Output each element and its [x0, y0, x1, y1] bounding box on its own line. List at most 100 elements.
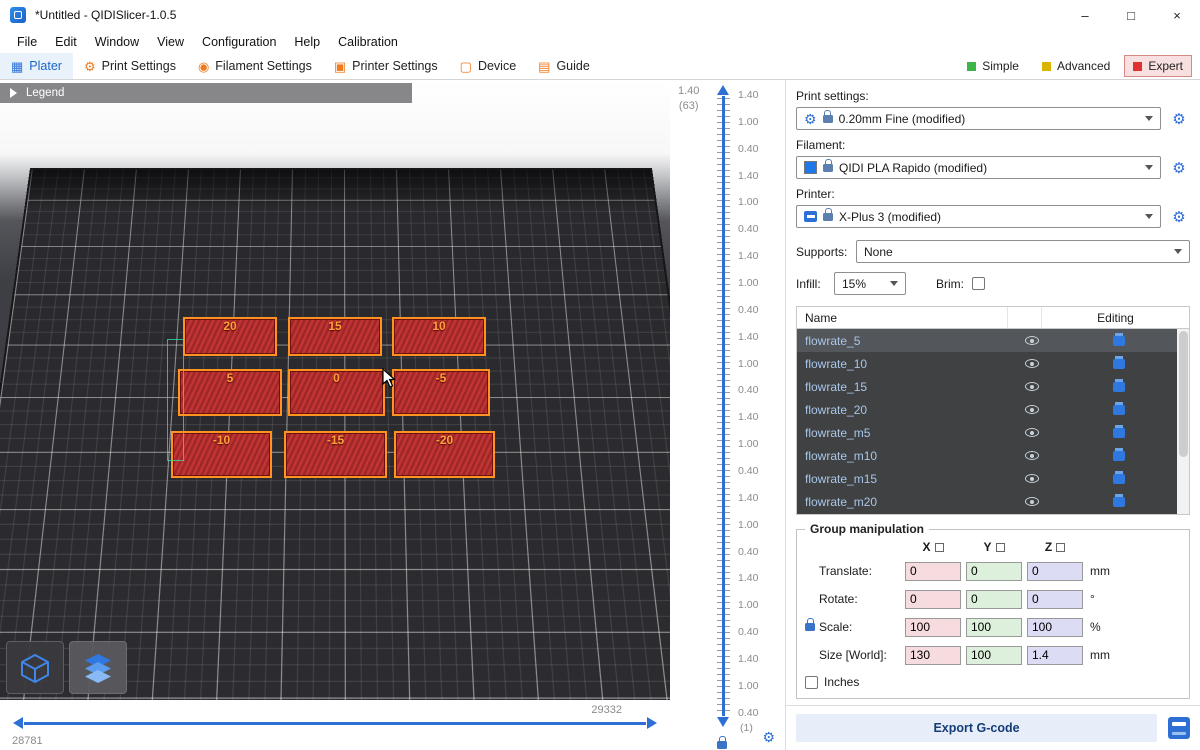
menu-item[interactable]: Window — [86, 35, 148, 49]
printable-toggle-icon[interactable] — [1113, 382, 1125, 392]
menu-item[interactable]: Configuration — [193, 35, 285, 49]
move-slider-right-arrow[interactable] — [647, 717, 657, 729]
chevron-down-icon — [1145, 116, 1153, 121]
layer-slider-bottom-handle[interactable] — [717, 717, 729, 727]
print-settings-combo[interactable]: ⚙ 0.20mm Fine (modified) — [796, 107, 1161, 130]
layer-tick-label: 1.00 — [738, 600, 758, 610]
menu-item[interactable]: Calibration — [329, 35, 407, 49]
brim-checkbox[interactable] — [972, 277, 985, 290]
printable-toggle-icon[interactable] — [1113, 497, 1125, 507]
infill-combo[interactable]: 15% — [834, 272, 906, 295]
menu-item[interactable]: Edit — [46, 35, 86, 49]
flow-test-object[interactable]: 5 — [178, 369, 282, 416]
eye-icon[interactable] — [1025, 359, 1039, 368]
mode-button[interactable]: Advanced — [1033, 55, 1119, 77]
export-gcode-button[interactable]: Export G-code — [796, 714, 1157, 742]
flow-test-object[interactable]: -15 — [284, 431, 387, 478]
flow-test-object[interactable]: -20 — [394, 431, 495, 478]
object-name: flowrate_20 — [797, 403, 1015, 417]
inches-checkbox[interactable] — [805, 676, 818, 689]
flow-test-object[interactable]: 10 — [392, 317, 486, 356]
layer-slider[interactable] — [722, 96, 725, 716]
printable-toggle-icon[interactable] — [1113, 336, 1125, 346]
preview-view-button[interactable] — [69, 641, 127, 694]
object-list-scrollbar[interactable] — [1177, 329, 1189, 514]
move-slider[interactable] — [24, 722, 646, 725]
flow-test-object[interactable]: 15 — [288, 317, 382, 356]
printable-toggle-icon[interactable] — [1113, 405, 1125, 415]
send-to-printer-icon[interactable] — [1168, 717, 1190, 739]
z-value-field[interactable] — [1027, 590, 1083, 609]
eye-icon[interactable] — [1025, 474, 1039, 483]
object-row[interactable]: flowrate_20 — [797, 398, 1189, 421]
menu-item[interactable]: File — [8, 35, 46, 49]
x-value-field[interactable] — [905, 618, 961, 637]
printer-combo[interactable]: X-Plus 3 (modified) — [796, 205, 1161, 228]
tab[interactable]: ◉ Filament Settings — [187, 53, 323, 79]
object-row[interactable]: flowrate_m15 — [797, 467, 1189, 490]
y-value-field[interactable] — [966, 562, 1022, 581]
tab[interactable]: ▦ Plater — [0, 53, 73, 79]
object-label: -5 — [436, 372, 447, 414]
minimize-button[interactable]: – — [1062, 0, 1108, 30]
object-row[interactable]: flowrate_5 — [797, 329, 1189, 352]
flow-test-object[interactable]: -5 — [392, 369, 490, 416]
filament-combo[interactable]: QIDI PLA Rapido (modified) — [796, 156, 1161, 179]
tab[interactable]: ⚙ Print Settings — [73, 53, 187, 79]
printable-toggle-icon[interactable] — [1113, 428, 1125, 438]
menu-item[interactable]: Help — [285, 35, 329, 49]
z-value-field[interactable] — [1027, 646, 1083, 665]
filament-gear-button[interactable]: ⚙ — [1168, 159, 1190, 177]
tab[interactable]: ▣ Printer Settings — [323, 53, 449, 79]
x-value-field[interactable] — [905, 562, 961, 581]
y-value-field[interactable] — [966, 590, 1022, 609]
tab[interactable]: ▤ Guide — [527, 53, 601, 79]
object-row[interactable]: flowrate_10 — [797, 352, 1189, 375]
z-value-field[interactable] — [1027, 562, 1083, 581]
z-value-field[interactable] — [1027, 618, 1083, 637]
object-row[interactable]: flowrate_m20 — [797, 490, 1189, 513]
x-value-field[interactable] — [905, 646, 961, 665]
printable-toggle-icon[interactable] — [1113, 474, 1125, 484]
print-settings-gear-button[interactable]: ⚙ — [1168, 110, 1190, 128]
supports-combo[interactable]: None — [856, 240, 1190, 263]
mode-button[interactable]: Expert — [1124, 55, 1192, 77]
manipulation-label: Scale: — [819, 620, 905, 634]
printable-toggle-icon[interactable] — [1113, 359, 1125, 369]
object-row[interactable]: flowrate_m10 — [797, 444, 1189, 467]
3d-viewport[interactable]: 20 15 10 5 0 -5 — [0, 80, 670, 750]
layer-tick-label: 1.00 — [738, 359, 758, 369]
maximize-button[interactable]: □ — [1108, 0, 1154, 30]
eye-icon[interactable] — [1025, 336, 1039, 345]
eye-icon[interactable] — [1025, 451, 1039, 460]
eye-icon[interactable] — [1025, 405, 1039, 414]
uniform-scale-lock-icon[interactable] — [805, 623, 815, 631]
flow-test-object[interactable]: 20 — [183, 317, 277, 356]
settings-sidebar: Print settings: ⚙ 0.20mm Fine (modified)… — [785, 80, 1200, 750]
y-value-field[interactable] — [966, 646, 1022, 665]
eye-icon[interactable] — [1025, 382, 1039, 391]
scrollbar-thumb[interactable] — [1179, 331, 1188, 457]
menu-item[interactable]: View — [148, 35, 193, 49]
eye-icon[interactable] — [1025, 497, 1039, 506]
layer-slider-top-handle[interactable] — [717, 85, 729, 95]
printer-value: X-Plus 3 (modified) — [839, 210, 1139, 224]
editor-view-button[interactable] — [6, 641, 64, 694]
object-row[interactable]: flowrate_m5 — [797, 421, 1189, 444]
eye-icon[interactable] — [1025, 428, 1039, 437]
x-value-field[interactable] — [905, 590, 961, 609]
y-value-field[interactable] — [966, 618, 1022, 637]
layer-slider-lock-icon[interactable] — [717, 741, 727, 749]
flow-test-object[interactable]: 0 — [288, 369, 385, 416]
mode-label: Advanced — [1057, 59, 1110, 73]
flow-test-object[interactable]: -10 — [171, 431, 272, 478]
object-row[interactable]: flowrate_15 — [797, 375, 1189, 398]
printer-gear-button[interactable]: ⚙ — [1168, 208, 1190, 226]
printable-toggle-icon[interactable] — [1113, 451, 1125, 461]
layer-slider-settings-icon[interactable]: ⚙ — [762, 730, 775, 744]
move-slider-left-arrow[interactable] — [13, 717, 23, 729]
mode-button[interactable]: Simple — [958, 55, 1028, 77]
tab[interactable]: ▢ Device — [449, 53, 528, 79]
close-button[interactable]: × — [1154, 0, 1200, 30]
legend-bar[interactable]: Legend — [0, 83, 412, 103]
